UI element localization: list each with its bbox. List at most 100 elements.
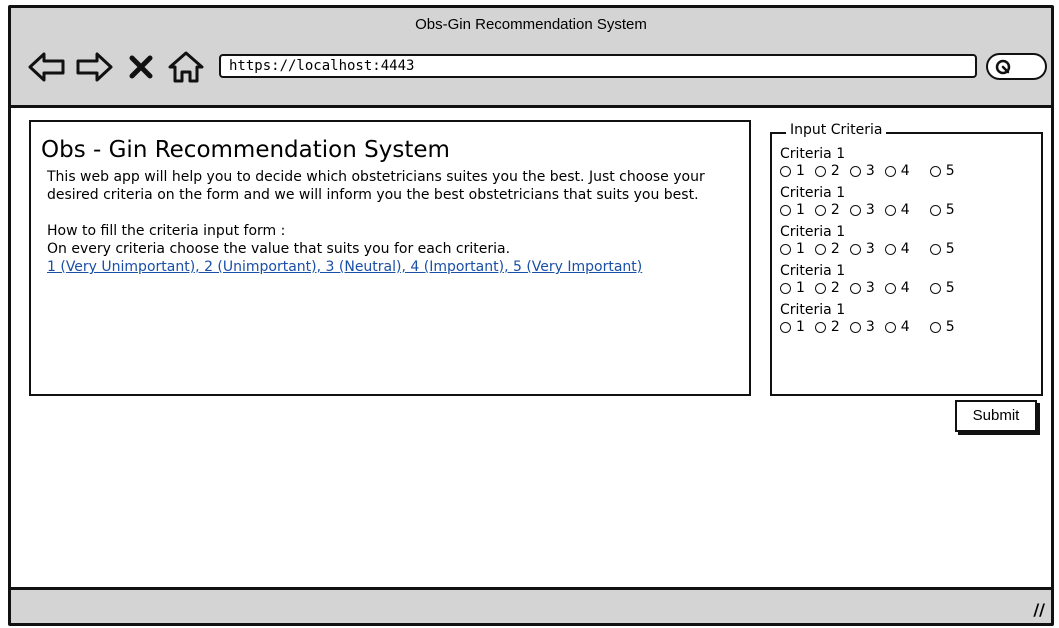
radio-label: 3 <box>865 280 875 296</box>
radio-circle-icon[interactable] <box>884 282 896 294</box>
criteria-group: Criteria 11 2 3 4 5 <box>780 185 1033 219</box>
radio-option[interactable]: 4 <box>884 279 910 297</box>
radio-option[interactable]: 1 <box>780 318 805 336</box>
radio-group: 1 2 3 4 5 <box>780 279 1033 297</box>
radio-label: 3 <box>865 319 875 335</box>
search-box[interactable] <box>986 53 1047 80</box>
radio-circle-icon[interactable] <box>849 165 861 177</box>
forward-arrow-icon[interactable] <box>74 50 114 84</box>
radio-circle-icon[interactable] <box>929 165 941 177</box>
home-icon[interactable] <box>166 50 206 84</box>
criteria-label: Criteria 1 <box>780 263 846 279</box>
radio-label: 2 <box>830 202 840 218</box>
radio-label: 1 <box>796 163 805 179</box>
criteria-group: Criteria 11 2 3 4 5 <box>780 302 1033 336</box>
criteria-list: Criteria 1 1 2 3 4 5 Criteria 1 1 2 3 4 5 Criteria 1… <box>780 146 1033 336</box>
radio-circle-icon[interactable] <box>849 204 861 216</box>
input-criteria-form: Input Criteria Criteria 1 1 2 3 4 5 Criteria 1… <box>770 122 1043 396</box>
address-bar[interactable]: https://localhost:4443 <box>219 54 977 78</box>
radio-circle-icon[interactable] <box>814 282 826 294</box>
radio-circle-icon[interactable] <box>929 243 941 255</box>
radio-option[interactable]: 4 <box>884 240 910 258</box>
page-title: Obs - Gin Recommendation System <box>41 137 450 163</box>
radio-group: 1 2 3 4 5 <box>780 240 1033 258</box>
criteria-label: Criteria 1 <box>780 185 846 201</box>
radio-circle-icon[interactable] <box>884 243 896 255</box>
radio-circle-icon[interactable] <box>929 282 941 294</box>
radio-circle-icon[interactable] <box>884 204 896 216</box>
radio-circle-icon[interactable] <box>929 321 941 333</box>
title-bar: Obs-Gin Recommendation System https://lo… <box>11 8 1051 108</box>
criteria-group: Criteria 11 2 3 4 5 <box>780 146 1033 180</box>
criteria-group: Criteria 11 2 3 4 5 <box>780 224 1033 258</box>
radio-group: 1 2 3 4 5 <box>780 162 1033 180</box>
criteria-group: Criteria 11 2 3 4 5 <box>780 263 1033 297</box>
radio-option[interactable]: 3 <box>849 240 875 258</box>
radio-circle-icon[interactable] <box>814 204 826 216</box>
radio-option[interactable]: 5 <box>929 318 955 336</box>
radio-circle-icon[interactable] <box>884 165 896 177</box>
radio-option[interactable]: 5 <box>929 162 955 180</box>
radio-label: 4 <box>900 202 910 218</box>
description-panel: Obs - Gin Recommendation System This web… <box>29 120 751 396</box>
criteria-label: Criteria 1 <box>780 224 846 240</box>
radio-option[interactable]: 3 <box>849 318 875 336</box>
criteria-label: Criteria 1 <box>780 302 846 318</box>
radio-circle-icon[interactable] <box>780 282 791 294</box>
radio-label: 2 <box>830 241 840 257</box>
radio-label: 1 <box>796 280 805 296</box>
radio-circle-icon[interactable] <box>780 204 791 216</box>
howto-text: On every criteria choose the value that … <box>47 241 511 257</box>
radio-option[interactable]: 2 <box>814 201 840 219</box>
radio-circle-icon[interactable] <box>849 243 861 255</box>
radio-option[interactable]: 3 <box>849 201 875 219</box>
howto-heading: How to fill the criteria input form : <box>47 223 286 239</box>
radio-option[interactable]: 1 <box>780 279 805 297</box>
radio-option[interactable]: 1 <box>780 201 805 219</box>
radio-circle-icon[interactable] <box>780 243 791 255</box>
radio-option[interactable]: 4 <box>884 201 910 219</box>
radio-label: 5 <box>945 280 955 296</box>
radio-option[interactable]: 3 <box>849 279 875 297</box>
radio-label: 2 <box>830 163 840 179</box>
radio-circle-icon[interactable] <box>929 204 941 216</box>
radio-option[interactable]: 1 <box>780 240 805 258</box>
radio-option[interactable]: 1 <box>780 162 805 180</box>
radio-option[interactable]: 4 <box>884 318 910 336</box>
resize-grip-icon[interactable]: // <box>1033 600 1045 619</box>
browser-window: Obs-Gin Recommendation System https://lo… <box>8 5 1054 626</box>
radio-circle-icon[interactable] <box>884 321 896 333</box>
radio-circle-icon[interactable] <box>814 321 826 333</box>
intro-text: This web app will help you to decide whi… <box>47 169 705 203</box>
radio-option[interactable]: 2 <box>814 240 840 258</box>
back-arrow-icon[interactable] <box>27 50 67 84</box>
radio-label: 3 <box>865 241 875 257</box>
radio-label: 4 <box>900 319 910 335</box>
radio-circle-icon[interactable] <box>814 165 826 177</box>
radio-circle-icon[interactable] <box>780 165 791 177</box>
close-x-icon[interactable] <box>128 54 154 80</box>
radio-circle-icon[interactable] <box>814 243 826 255</box>
radio-group: 1 2 3 4 5 <box>780 201 1033 219</box>
radio-option[interactable]: 3 <box>849 162 875 180</box>
radio-option[interactable]: 2 <box>814 318 840 336</box>
radio-option[interactable]: 4 <box>884 162 910 180</box>
criteria-label: Criteria 1 <box>780 146 846 162</box>
radio-label: 5 <box>945 163 955 179</box>
radio-circle-icon[interactable] <box>849 282 861 294</box>
radio-option[interactable]: 2 <box>814 279 840 297</box>
radio-label: 1 <box>796 202 805 218</box>
radio-label: 2 <box>830 280 840 296</box>
rating-scale-link[interactable]: 1 (Very Unimportant), 2 (Unimportant), 3… <box>47 258 739 276</box>
radio-circle-icon[interactable] <box>849 321 861 333</box>
radio-circle-icon[interactable] <box>780 321 791 333</box>
radio-label: 4 <box>900 241 910 257</box>
radio-label: 2 <box>830 319 840 335</box>
radio-option[interactable]: 5 <box>929 240 955 258</box>
radio-option[interactable]: 2 <box>814 162 840 180</box>
radio-label: 3 <box>865 202 875 218</box>
radio-option[interactable]: 5 <box>929 201 955 219</box>
submit-button[interactable]: Submit <box>955 400 1037 432</box>
radio-label: 5 <box>945 202 955 218</box>
radio-option[interactable]: 5 <box>929 279 955 297</box>
